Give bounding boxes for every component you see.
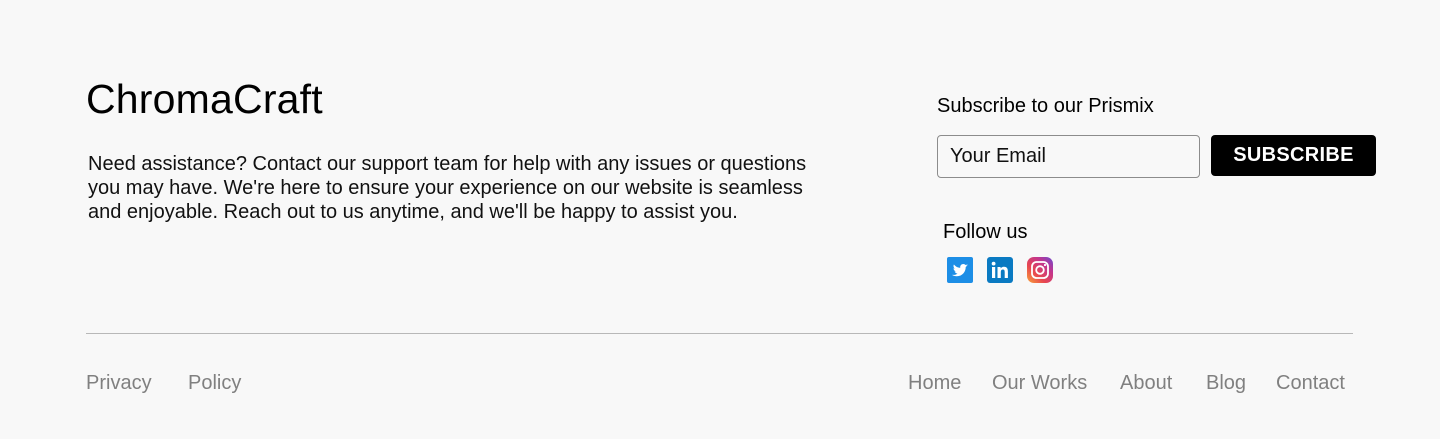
privacy-link[interactable]: Privacy <box>86 370 152 396</box>
brand-name: ChromaCraft <box>86 76 323 122</box>
policy-link[interactable]: Policy <box>188 370 241 396</box>
linkedin-icon[interactable] <box>987 257 1013 283</box>
footer-divider <box>86 333 1353 334</box>
support-description: Need assistance? Contact our support tea… <box>88 153 807 223</box>
nav-link-contact[interactable]: Contact <box>1276 370 1345 396</box>
subscribe-title: Subscribe to our Prismix <box>937 95 1154 117</box>
email-input[interactable] <box>937 135 1200 178</box>
site-footer: ChromaCraft Need assistance? Contact our… <box>0 0 1440 439</box>
twitter-icon[interactable] <box>947 257 973 283</box>
nav-link-home[interactable]: Home <box>908 370 961 396</box>
nav-link-about[interactable]: About <box>1120 370 1172 396</box>
nav-link-our-works[interactable]: Our Works <box>992 370 1087 396</box>
nav-link-blog[interactable]: Blog <box>1206 370 1246 396</box>
instagram-icon[interactable] <box>1027 257 1053 283</box>
subscribe-button[interactable]: SUBSCRIBE <box>1211 135 1376 176</box>
follow-us-title: Follow us <box>943 221 1028 243</box>
